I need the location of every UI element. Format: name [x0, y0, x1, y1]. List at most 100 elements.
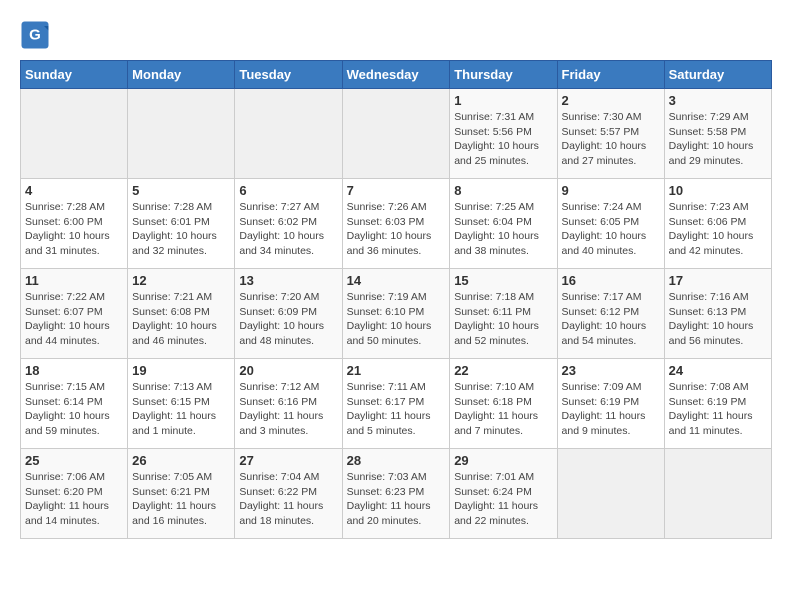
- calendar-cell: 25 Sunrise: 7:06 AM Sunset: 6:20 PM Dayli…: [21, 449, 128, 539]
- calendar-cell: 12 Sunrise: 7:21 AM Sunset: 6:08 PM Dayli…: [128, 269, 235, 359]
- calendar-cell: 3Sunrise: 7:29 AM Sunset: 5:58 PM Daylig…: [664, 89, 771, 179]
- calendar-cell: [342, 89, 450, 179]
- day-info: Sunrise: 7:22 AM Sunset: 6:07 PM Dayligh…: [25, 290, 123, 349]
- day-of-week-header: Tuesday: [235, 61, 342, 89]
- calendar-cell: 21Sunrise: 7:11 AM Sunset: 6:17 PM Dayli…: [342, 359, 450, 449]
- day-of-week-header: Thursday: [450, 61, 557, 89]
- calendar-cell: 24 Sunrise: 7:08 AM Sunset: 6:19 PM Dayli…: [664, 359, 771, 449]
- day-number: 15: [454, 273, 552, 288]
- day-info: Sunrise: 7:05 AM Sunset: 6:21 PM Dayligh…: [132, 470, 230, 529]
- day-info: Sunrise: 7:21 AM Sunset: 6:08 PM Dayligh…: [132, 290, 230, 349]
- day-info: Sunrise: 7:04 AM Sunset: 6:22 PM Dayligh…: [239, 470, 337, 529]
- calendar-cell: 6 Sunrise: 7:27 AM Sunset: 6:02 PM Daylig…: [235, 179, 342, 269]
- day-info: Sunrise: 7:27 AM Sunset: 6:02 PM Dayligh…: [239, 200, 337, 259]
- day-of-week-header: Monday: [128, 61, 235, 89]
- calendar-cell: 11 Sunrise: 7:22 AM Sunset: 6:07 PM Dayli…: [21, 269, 128, 359]
- day-info: Sunrise: 7:30 AM Sunset: 5:57 PM Dayligh…: [562, 110, 660, 169]
- day-number: 18: [25, 363, 123, 378]
- calendar-cell: 14 Sunrise: 7:19 AM Sunset: 6:10 PM Dayli…: [342, 269, 450, 359]
- day-number: 20: [239, 363, 337, 378]
- calendar-cell: 29 Sunrise: 7:01 AM Sunset: 6:24 PM Dayli…: [450, 449, 557, 539]
- calendar-cell: [21, 89, 128, 179]
- calendar-cell: 27 Sunrise: 7:04 AM Sunset: 6:22 PM Dayli…: [235, 449, 342, 539]
- day-info: Sunrise: 7:17 AM Sunset: 6:12 PM Dayligh…: [562, 290, 660, 349]
- day-number: 12: [132, 273, 230, 288]
- calendar-cell: 28 Sunrise: 7:03 AM Sunset: 6:23 PM Dayli…: [342, 449, 450, 539]
- calendar-cell: [557, 449, 664, 539]
- day-number: 24: [669, 363, 767, 378]
- day-info: Sunrise: 7:23 AM Sunset: 6:06 PM Dayligh…: [669, 200, 767, 259]
- calendar-cell: 8Sunrise: 7:25 AM Sunset: 6:04 PM Daylig…: [450, 179, 557, 269]
- calendar-week-row: 18 Sunrise: 7:15 AM Sunset: 6:14 PM Dayli…: [21, 359, 772, 449]
- day-of-week-header: Sunday: [21, 61, 128, 89]
- day-info: Sunrise: 7:20 AM Sunset: 6:09 PM Dayligh…: [239, 290, 337, 349]
- day-info: Sunrise: 7:15 AM Sunset: 6:14 PM Dayligh…: [25, 380, 123, 439]
- calendar-cell: 1 Sunrise: 7:31 AM Sunset: 5:56 PM Daylig…: [450, 89, 557, 179]
- svg-text:G: G: [29, 27, 41, 44]
- calendar-cell: 20 Sunrise: 7:12 AM Sunset: 6:16 PM Dayli…: [235, 359, 342, 449]
- day-info: Sunrise: 7:28 AM Sunset: 6:00 PM Dayligh…: [25, 200, 123, 259]
- calendar-cell: 9 Sunrise: 7:24 AM Sunset: 6:05 PM Daylig…: [557, 179, 664, 269]
- day-info: Sunrise: 7:01 AM Sunset: 6:24 PM Dayligh…: [454, 470, 552, 529]
- calendar-cell: 4 Sunrise: 7:28 AM Sunset: 6:00 PM Daylig…: [21, 179, 128, 269]
- calendar-week-row: 1 Sunrise: 7:31 AM Sunset: 5:56 PM Daylig…: [21, 89, 772, 179]
- calendar-cell: 7 Sunrise: 7:26 AM Sunset: 6:03 PM Daylig…: [342, 179, 450, 269]
- day-number: 27: [239, 453, 337, 468]
- day-number: 9: [562, 183, 660, 198]
- day-number: 1: [454, 93, 552, 108]
- calendar-cell: 13 Sunrise: 7:20 AM Sunset: 6:09 PM Dayli…: [235, 269, 342, 359]
- day-info: Sunrise: 7:13 AM Sunset: 6:15 PM Dayligh…: [132, 380, 230, 439]
- day-number: 2: [562, 93, 660, 108]
- day-info: Sunrise: 7:08 AM Sunset: 6:19 PM Dayligh…: [669, 380, 767, 439]
- day-number: 25: [25, 453, 123, 468]
- day-info: Sunrise: 7:26 AM Sunset: 6:03 PM Dayligh…: [347, 200, 446, 259]
- day-of-week-header: Wednesday: [342, 61, 450, 89]
- day-number: 19: [132, 363, 230, 378]
- day-of-week-header: Saturday: [664, 61, 771, 89]
- day-number: 14: [347, 273, 446, 288]
- day-info: Sunrise: 7:09 AM Sunset: 6:19 PM Dayligh…: [562, 380, 660, 439]
- calendar-cell: 19 Sunrise: 7:13 AM Sunset: 6:15 PM Dayli…: [128, 359, 235, 449]
- day-info: Sunrise: 7:16 AM Sunset: 6:13 PM Dayligh…: [669, 290, 767, 349]
- calendar-cell: 10Sunrise: 7:23 AM Sunset: 6:06 PM Dayli…: [664, 179, 771, 269]
- day-number: 4: [25, 183, 123, 198]
- day-info: Sunrise: 7:06 AM Sunset: 6:20 PM Dayligh…: [25, 470, 123, 529]
- day-number: 29: [454, 453, 552, 468]
- calendar-cell: 15 Sunrise: 7:18 AM Sunset: 6:11 PM Dayli…: [450, 269, 557, 359]
- day-info: Sunrise: 7:19 AM Sunset: 6:10 PM Dayligh…: [347, 290, 446, 349]
- day-info: Sunrise: 7:29 AM Sunset: 5:58 PM Dayligh…: [669, 110, 767, 169]
- calendar-table: SundayMondayTuesdayWednesdayThursdayFrid…: [20, 60, 772, 539]
- calendar-cell: 23 Sunrise: 7:09 AM Sunset: 6:19 PM Dayli…: [557, 359, 664, 449]
- day-number: 16: [562, 273, 660, 288]
- day-info: Sunrise: 7:28 AM Sunset: 6:01 PM Dayligh…: [132, 200, 230, 259]
- calendar-cell: [235, 89, 342, 179]
- day-number: 22: [454, 363, 552, 378]
- day-info: Sunrise: 7:12 AM Sunset: 6:16 PM Dayligh…: [239, 380, 337, 439]
- day-number: 28: [347, 453, 446, 468]
- day-number: 11: [25, 273, 123, 288]
- day-number: 26: [132, 453, 230, 468]
- header-row: SundayMondayTuesdayWednesdayThursdayFrid…: [21, 61, 772, 89]
- day-number: 7: [347, 183, 446, 198]
- day-info: Sunrise: 7:03 AM Sunset: 6:23 PM Dayligh…: [347, 470, 446, 529]
- calendar-cell: 16 Sunrise: 7:17 AM Sunset: 6:12 PM Dayli…: [557, 269, 664, 359]
- day-info: Sunrise: 7:10 AM Sunset: 6:18 PM Dayligh…: [454, 380, 552, 439]
- day-number: 6: [239, 183, 337, 198]
- calendar-cell: 17Sunrise: 7:16 AM Sunset: 6:13 PM Dayli…: [664, 269, 771, 359]
- calendar-week-row: 4 Sunrise: 7:28 AM Sunset: 6:00 PM Daylig…: [21, 179, 772, 269]
- day-info: Sunrise: 7:18 AM Sunset: 6:11 PM Dayligh…: [454, 290, 552, 349]
- day-number: 5: [132, 183, 230, 198]
- day-number: 23: [562, 363, 660, 378]
- calendar-cell: 26 Sunrise: 7:05 AM Sunset: 6:21 PM Dayli…: [128, 449, 235, 539]
- day-number: 13: [239, 273, 337, 288]
- logo-icon: G: [20, 20, 50, 50]
- day-number: 21: [347, 363, 446, 378]
- calendar-cell: [128, 89, 235, 179]
- day-info: Sunrise: 7:24 AM Sunset: 6:05 PM Dayligh…: [562, 200, 660, 259]
- day-of-week-header: Friday: [557, 61, 664, 89]
- calendar-cell: 18 Sunrise: 7:15 AM Sunset: 6:14 PM Dayli…: [21, 359, 128, 449]
- calendar-week-row: 25 Sunrise: 7:06 AM Sunset: 6:20 PM Dayli…: [21, 449, 772, 539]
- calendar-cell: 22 Sunrise: 7:10 AM Sunset: 6:18 PM Dayli…: [450, 359, 557, 449]
- day-number: 8: [454, 183, 552, 198]
- day-info: Sunrise: 7:31 AM Sunset: 5:56 PM Dayligh…: [454, 110, 552, 169]
